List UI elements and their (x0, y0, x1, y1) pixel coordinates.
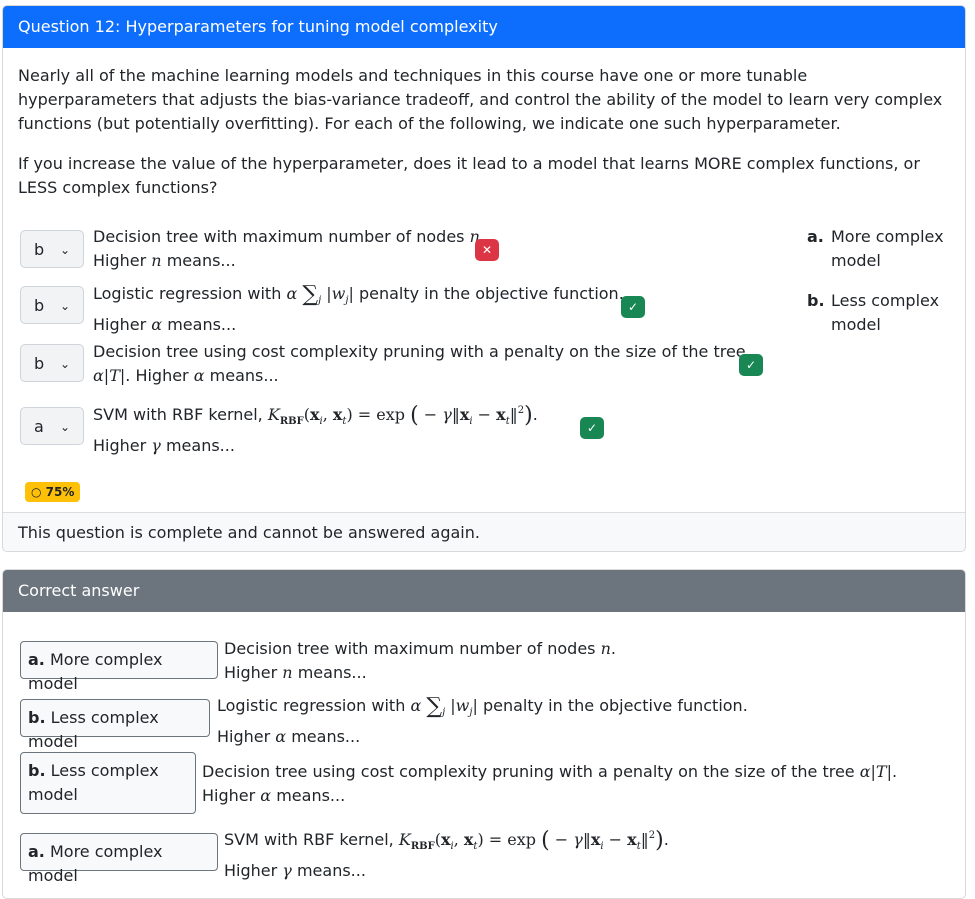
answer-select-3[interactable]: b ⌄ (20, 344, 84, 382)
correct-icon: ✓ (580, 417, 604, 439)
answer-select-2[interactable]: b ⌄ (20, 286, 84, 324)
question-intro: Nearly all of the machine learning model… (18, 66, 943, 133)
answer-select-4[interactable]: a ⌄ (20, 407, 84, 445)
question-card: Question 12: Hyperparameters for tuning … (2, 5, 966, 552)
item-text-4: SVM with RBF kernel, KRBF(xi, xt) = exp … (93, 403, 538, 456)
incorrect-icon: ✕ (475, 239, 499, 261)
correct-answer-box-1: a. More complex model (20, 641, 218, 693)
question-prompt: If you increase the value of the hyperpa… (18, 154, 920, 197)
correct-item-text-4: SVM with RBF kernel, KRBF(xi, xt) = exp … (224, 828, 669, 881)
correct-answer-box-3: b. Less complex model (20, 752, 196, 814)
option-a: a. More complex model (807, 227, 944, 270)
correct-item-text-1: Decision tree with maximum number of nod… (224, 639, 617, 682)
answer-select-1[interactable]: b ⌄ (20, 230, 84, 268)
item-text-3: Decision tree using cost complexity prun… (93, 342, 746, 385)
correct-answer-header: Correct answer (3, 570, 965, 612)
question-title: Question 12: Hyperparameters for tuning … (3, 6, 965, 48)
chevron-down-icon: ⌄ (59, 243, 70, 257)
correct-answer-card: Correct answer a. More complex model Dec… (2, 569, 966, 899)
chevron-down-icon: ⌄ (59, 357, 70, 371)
correct-item-text-3: Decision tree using cost complexity prun… (202, 762, 898, 805)
correct-answer-box-2: b. Less complex model (20, 699, 210, 751)
correct-item-text-2: Logistic regression with α ∑j |wj| penal… (217, 694, 748, 747)
chevron-down-icon: ⌄ (59, 420, 70, 434)
correct-icon: ✓ (621, 296, 645, 318)
correct-answer-box-4: a. More complex model (20, 833, 218, 885)
status-message: This question is complete and cannot be … (3, 512, 965, 551)
correct-icon: ✓ (739, 354, 763, 376)
score-badge: ○ 75% (25, 482, 81, 502)
circle-icon: ○ (31, 485, 42, 499)
item-text-1: Decision tree with maximum number of nod… (93, 227, 486, 270)
chevron-down-icon: ⌄ (59, 299, 70, 313)
option-b: b. Less complex model (807, 291, 940, 334)
item-text-2: Logistic regression with α ∑j |wj| penal… (93, 282, 624, 335)
